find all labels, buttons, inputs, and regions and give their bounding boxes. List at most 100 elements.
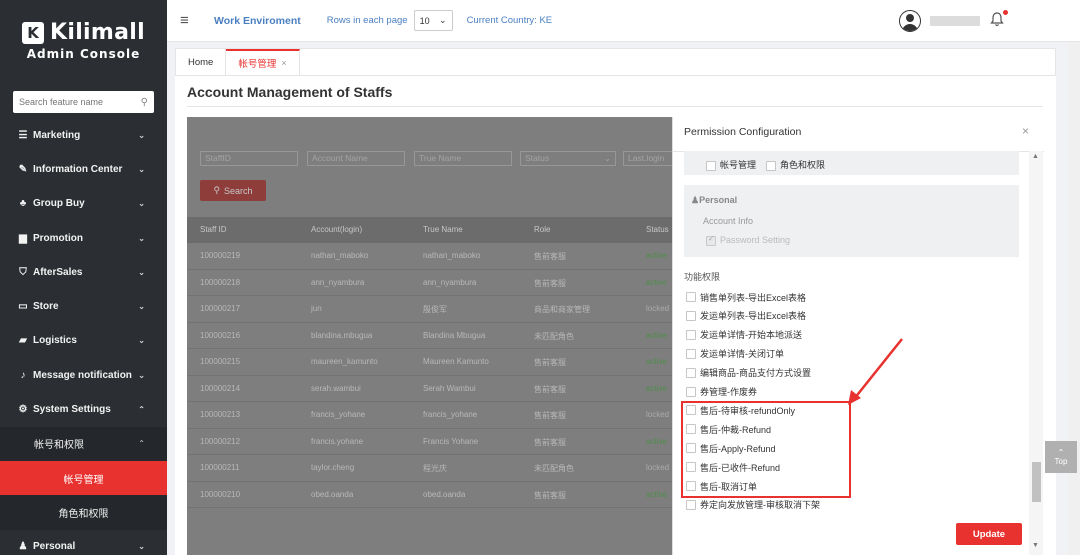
personal-title-text: Personal: [699, 195, 738, 205]
permission-checkbox-item[interactable]: 券定向发放管理-审核取消下架: [686, 497, 820, 513]
sidebar-item-roles-permissions[interactable]: 角色和权限: [0, 495, 167, 530]
permission-checkbox[interactable]: 角色和权限: [766, 158, 825, 171]
role-cell: 售前客服: [534, 411, 566, 420]
checkbox[interactable]: [706, 234, 716, 246]
sidebar-item-account-management[interactable]: 帐号管理: [0, 460, 167, 496]
table-row[interactable]: 100000215 maureen_kamunto Maureen Kamunto 售…: [187, 349, 672, 376]
chevron-up-icon: ⌃: [138, 439, 145, 449]
current-country-label: Current Country: KE: [467, 15, 553, 26]
search-icon[interactable]: ⚲: [141, 97, 148, 108]
true-name-cell: Serah Wambui: [423, 383, 476, 393]
work-environment-link[interactable]: Work Enviroment: [214, 15, 301, 27]
checkbox[interactable]: [686, 367, 696, 378]
role-cell: 售前客服: [534, 437, 566, 447]
table-row[interactable]: 100000213 francis_yohane francis_yohane 售前客…: [187, 402, 672, 429]
username-redacted[interactable]: [930, 16, 980, 26]
status-cell: active: [646, 357, 667, 366]
permission-label: 发运单列表-导出Excel表格: [700, 311, 807, 322]
panel-scrollbar-thumb[interactable]: [1032, 462, 1041, 502]
rows-per-page-select[interactable]: 10 ⌄: [413, 10, 453, 31]
sidebar-item-promotion[interactable]: ▆ Promotion ⌄: [0, 221, 167, 255]
menu-toggle-icon[interactable]: ≡: [180, 12, 200, 29]
tab-home[interactable]: Home: [176, 49, 227, 75]
chevron-down-icon: ⌄: [138, 542, 145, 552]
sidebar-item-logistics[interactable]: ▰ Logistics ⌄: [0, 324, 167, 358]
feature-search-input[interactable]: [19, 97, 141, 107]
checkbox[interactable]: [686, 310, 696, 321]
checkbox[interactable]: [686, 386, 696, 397]
search-button[interactable]: ⚲ Search: [200, 180, 266, 201]
sidebar-item-information-center[interactable]: ✎ Information Center ⌄: [0, 152, 167, 186]
table-row[interactable]: 100000210 obed.oanda obed.oanda 售前客服 active: [187, 482, 672, 508]
tab-account-management[interactable]: 帐号管理 ×: [226, 49, 300, 75]
table-row[interactable]: 100000218 ann_nyambura ann_nyambura 售前客服 act…: [187, 270, 672, 296]
status-cell: active: [646, 489, 667, 499]
table-row[interactable]: 100000214 serah.wambui Serah Wambui 售前客服 act…: [187, 376, 672, 402]
true-name-filter[interactable]: True Name: [414, 151, 512, 166]
back-to-top-button[interactable]: ⌃ Top: [1045, 441, 1077, 473]
table-row[interactable]: 100000219 nathan_maboko nathan_maboko 售前客服 a…: [187, 243, 672, 270]
table-row[interactable]: 100000217 jun 殷俊军 商品和商家管理 locked: [187, 296, 672, 323]
brand-logo[interactable]: K Kilimall Admin Console: [0, 0, 167, 80]
account-cell: francis_yohane: [311, 410, 366, 419]
notification-bell-icon[interactable]: [990, 11, 1004, 27]
close-icon[interactable]: ×: [1022, 124, 1029, 138]
account-info-label: Account Info: [703, 216, 754, 226]
page-scrollbar[interactable]: [1068, 42, 1080, 555]
permission-checkbox-item[interactable]: 发运单列表-导出Excel表格: [686, 308, 806, 324]
permission-checkbox-item[interactable]: 发运单详情-开始本地派送: [686, 327, 802, 343]
permission-checkbox-item[interactable]: 发运单详情-关闭订单: [686, 346, 784, 362]
update-button[interactable]: Update: [956, 523, 1022, 545]
permission-checkbox-item[interactable]: 编辑商品-商品支付方式设置: [686, 365, 811, 381]
tab-label: 帐号管理: [238, 59, 277, 70]
checkbox[interactable]: [686, 292, 696, 302]
modal-overlay[interactable]: StaffID Account Name True Name Status ⌄ L…: [187, 117, 672, 555]
account-name-filter[interactable]: Account Name: [307, 151, 405, 166]
sidebar-item-account-permissions[interactable]: 帐号和权限 ⌃: [0, 426, 167, 461]
checkbox[interactable]: [766, 160, 776, 171]
sidebar-item-system-settings[interactable]: ⚙ System Settings ⌃: [0, 392, 167, 426]
sidebar-item-marketing[interactable]: ☰ Marketing ⌄: [0, 118, 167, 152]
chevron-down-icon: ⌄: [138, 302, 145, 312]
sidebar-item-store[interactable]: ▭ Store ⌄: [0, 289, 167, 323]
table-row[interactable]: 100000211 taylor.cheng 程光庆 未匹配角色 locked: [187, 455, 672, 482]
account-cell: ann_nyambura: [311, 277, 365, 287]
checkbox[interactable]: [686, 348, 696, 359]
sidebar-item-message-notification[interactable]: ♪ Message notification ⌄: [0, 358, 167, 392]
permission-checkbox[interactable]: 帐号管理: [706, 158, 756, 171]
scroll-up-icon[interactable]: ▲: [1032, 153, 1039, 160]
checkbox[interactable]: [686, 499, 696, 510]
last-login-filter[interactable]: Last.login: [623, 151, 672, 166]
staff-id-cell: 100000218: [200, 277, 241, 287]
scroll-down-icon[interactable]: ▼: [1032, 542, 1039, 549]
sidebar-item-aftersales[interactable]: ⛉ AfterSales ⌄: [0, 255, 167, 289]
chevron-down-icon: ⌄: [138, 336, 145, 346]
permission-checkbox-item[interactable]: 销售单列表-导出Excel表格: [686, 289, 806, 305]
sidebar-item-label: 帐号管理: [63, 474, 104, 486]
country-label: Current Country:: [466, 15, 537, 26]
role-cell: 售前客服: [534, 358, 566, 367]
rows-per-page-label: Rows in each page: [326, 15, 408, 26]
permission-checkbox-item[interactable]: 券管理-作废券: [686, 384, 757, 400]
sidebar-item-personal[interactable]: ♟ Personal ⌄: [0, 530, 167, 555]
person-icon: ♟: [18, 541, 28, 553]
avatar[interactable]: [899, 10, 921, 32]
tab-label: Home: [188, 56, 214, 68]
sidebar-item-label: Message notification: [33, 369, 132, 381]
sidebar-item-group-buy[interactable]: ♣ Group Buy ⌄: [0, 187, 167, 221]
table-row[interactable]: 100000216 blandina.mbugua Blandina Mbugua 未…: [187, 323, 672, 349]
bell-icon: ♪: [20, 369, 26, 381]
checkbox[interactable]: [686, 329, 696, 340]
table-row[interactable]: 100000212 francis.yohane Francis Yohane 售前客…: [187, 429, 672, 455]
password-setting-checkbox[interactable]: Password Setting: [706, 234, 790, 246]
status-filter[interactable]: Status ⌄: [520, 151, 616, 166]
checkbox-label: 角色和权限: [780, 160, 826, 170]
close-icon[interactable]: ×: [281, 58, 286, 68]
permission-label: 销售单列表-导出Excel表格: [700, 292, 807, 303]
brand-name: Kilimall: [50, 20, 145, 45]
chevron-down-icon: ⌄: [138, 130, 145, 140]
truck-icon: ▰: [19, 335, 27, 347]
megaphone-icon: ☰: [18, 129, 28, 141]
staff-id-filter[interactable]: StaffID: [200, 151, 298, 166]
checkbox[interactable]: [706, 160, 716, 171]
